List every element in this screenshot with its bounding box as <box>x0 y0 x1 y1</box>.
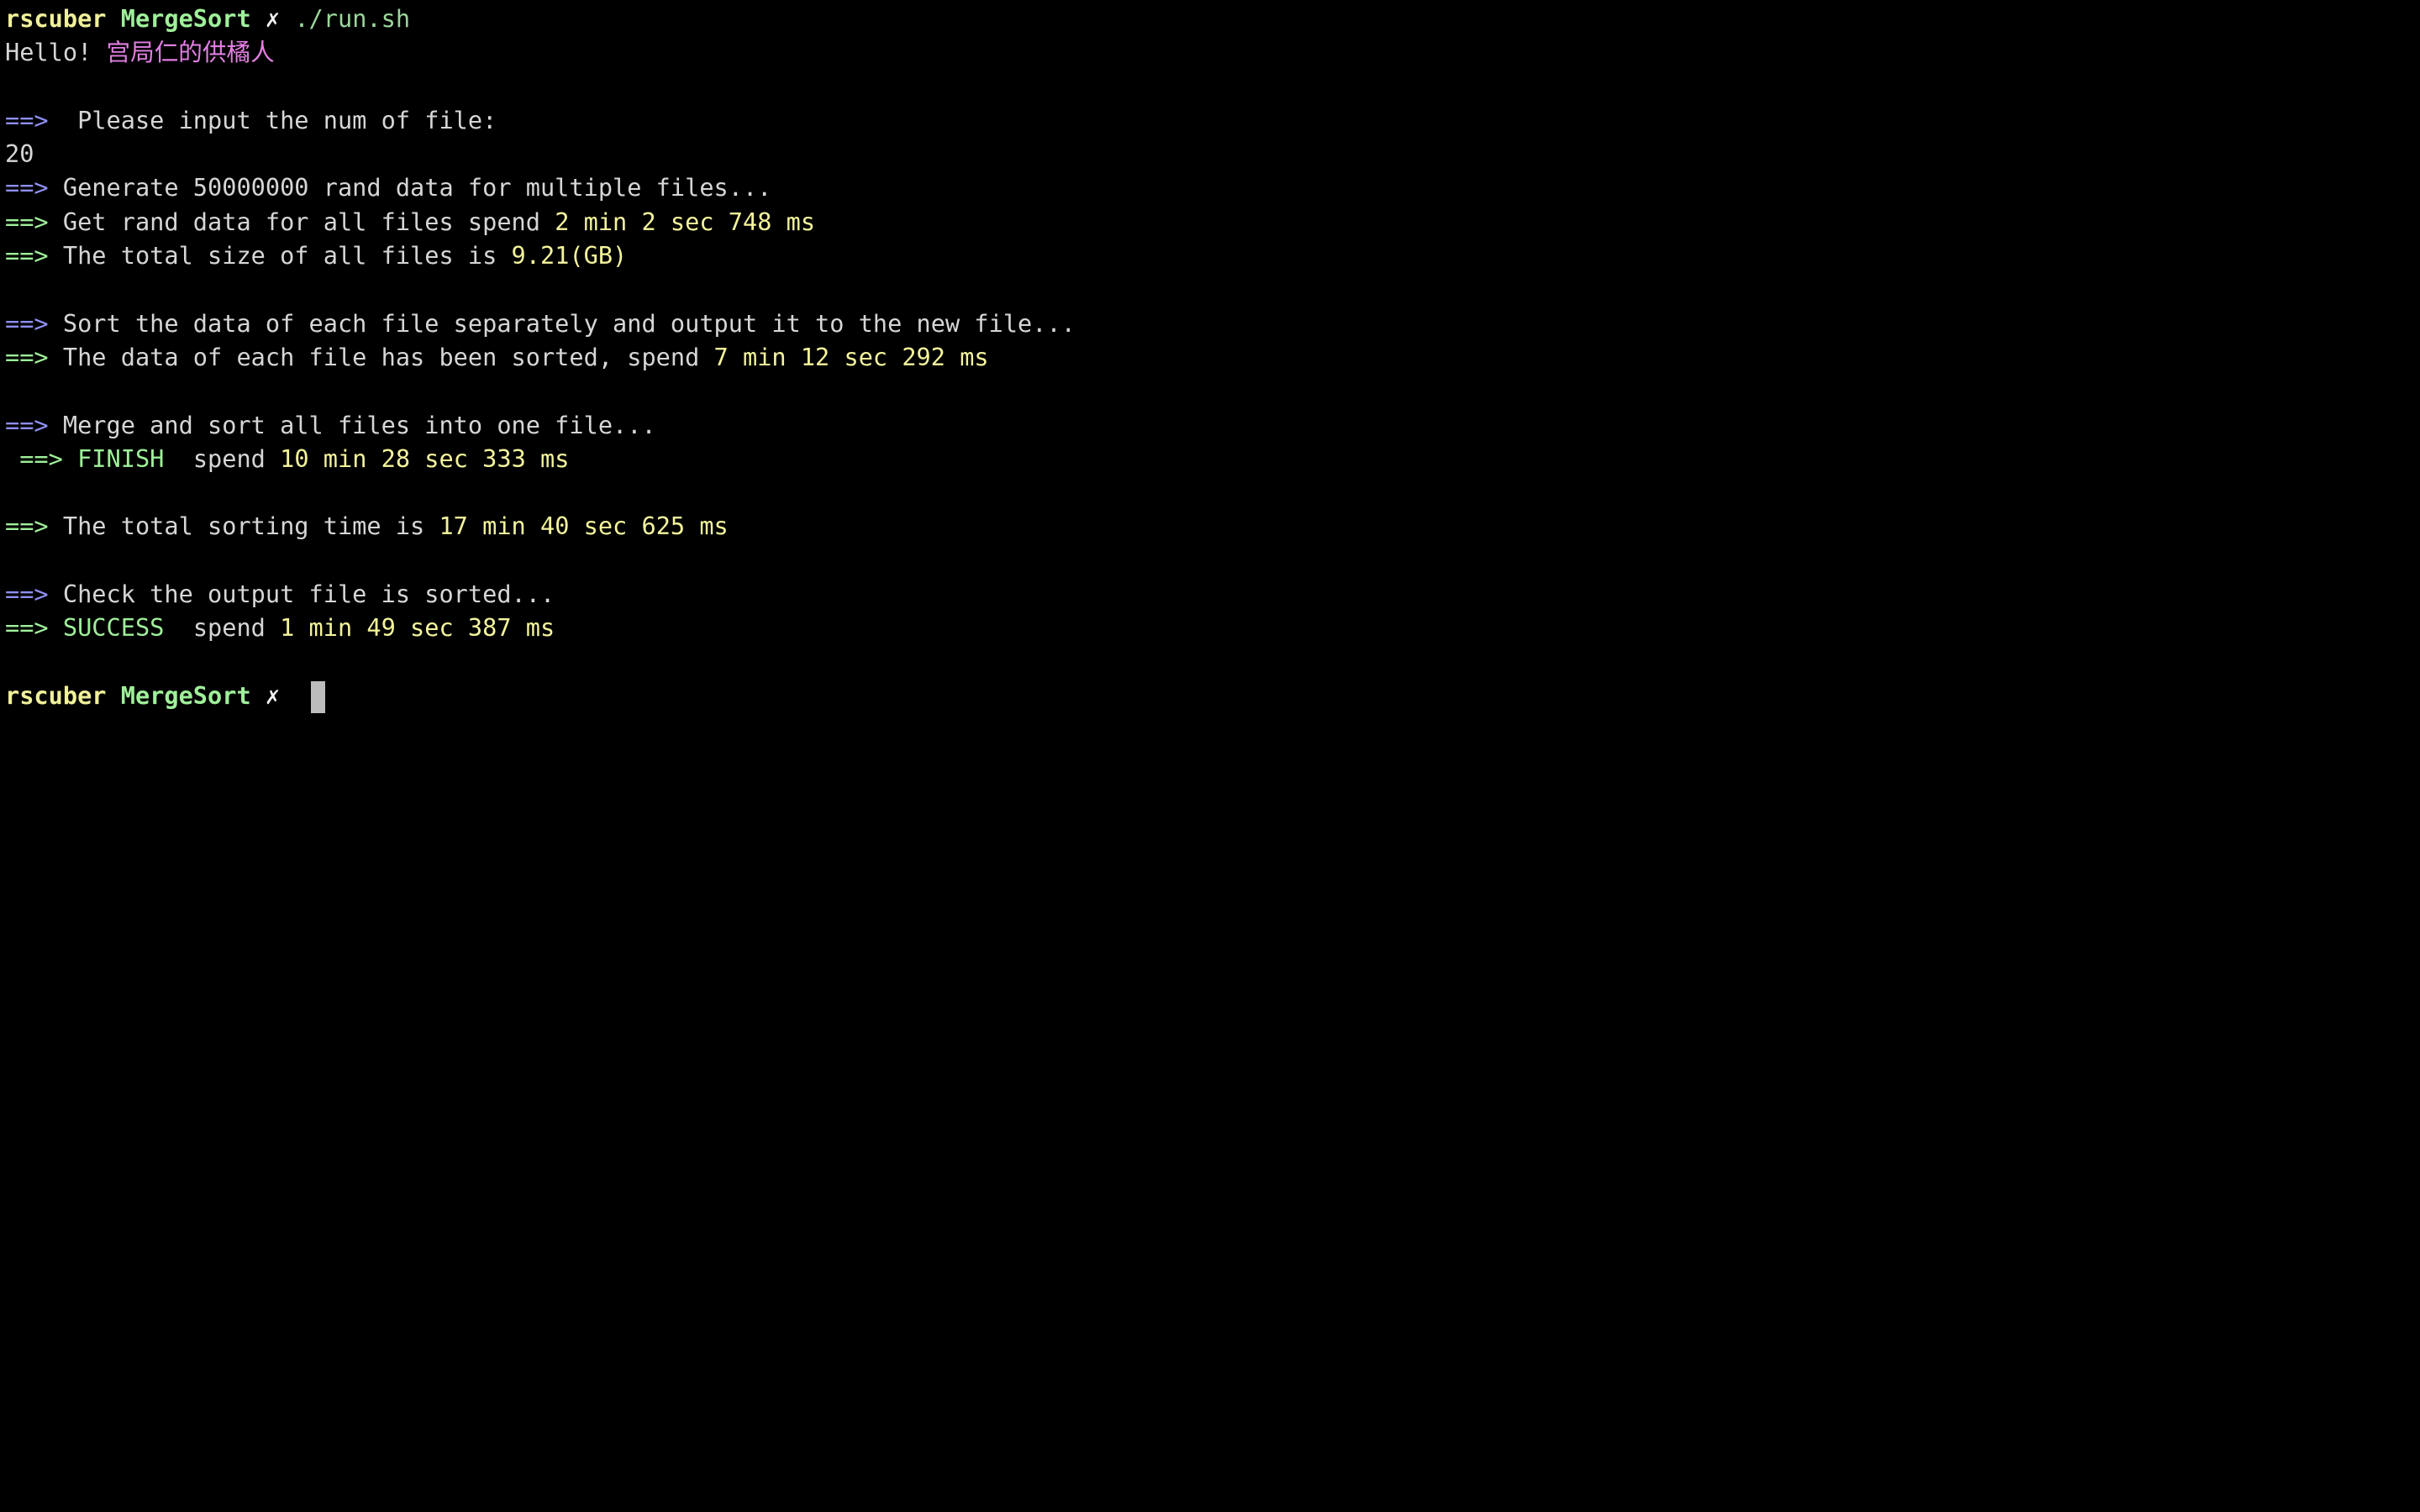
arrow-marker: ==> <box>5 308 49 338</box>
generate-text: Generate 50000000 rand data for multiple… <box>48 173 772 202</box>
terminal-output: rscuber MergeSort ✗ ./run.sh Hello! 宫局仁的… <box>5 2 1076 713</box>
hello-name: 宫局仁的供橘人 <box>106 38 275 67</box>
total-size-value: 9.21(GB) <box>511 241 628 270</box>
output-line: ==> SUCCESS spend 1 min 49 sec 387 ms <box>5 611 1076 644</box>
git-dirty-mark: ✗ <box>265 4 281 33</box>
output-line: ==> The data of each file has been sorte… <box>5 340 1076 374</box>
command-text: ./run.sh <box>294 4 411 33</box>
finish-label: FINISH <box>62 444 165 473</box>
terminal-window[interactable]: rscuber MergeSort ✗ ./run.sh Hello! 宫局仁的… <box>0 0 1318 823</box>
arrow-marker: ==> <box>5 105 49 134</box>
success-spend: spend <box>164 613 281 643</box>
arrow-marker: ==> <box>5 410 49 439</box>
arrow-marker: ==> <box>5 512 49 541</box>
get-rand-time: 2 min 2 sec 748 ms <box>555 207 816 236</box>
total-sort-time: 17 min 40 sec 625 ms <box>439 512 729 541</box>
get-rand-text: Get rand data for all files spend <box>48 207 555 236</box>
arrow-marker: ==> <box>5 241 49 270</box>
output-line: ==> Generate 50000000 rand data for mult… <box>5 171 1076 204</box>
output-line: ==> Sort the data of each file separatel… <box>5 307 1076 340</box>
prompt-line[interactable]: rscuber MergeSort ✗ <box>5 679 1076 713</box>
check-text: Check the output file is sorted... <box>48 580 555 609</box>
output-line: ==> Please input the num of file: <box>5 103 1076 137</box>
success-time: 1 min 49 sec 387 ms <box>280 613 555 643</box>
arrow-marker: ==> <box>5 207 49 236</box>
arrow-marker: ==> <box>5 580 49 609</box>
finish-indent <box>5 444 19 473</box>
finish-spend: spend <box>164 444 281 473</box>
arrow-marker: ==> <box>5 613 49 643</box>
prompt-user: rscuber <box>5 680 107 710</box>
total-sort-text: The total sorting time is <box>48 512 439 541</box>
output-line: ==> The total sorting time is 17 min 40 … <box>5 509 1076 543</box>
text-cursor[interactable] <box>310 680 325 713</box>
input-value-line: 20 <box>5 137 1076 171</box>
output-line: ==> Get rand data for all files spend 2 … <box>5 205 1076 239</box>
output-line: ==> Check the output file is sorted... <box>5 577 1076 611</box>
input-prompt-text: Please input the num of file: <box>48 105 497 134</box>
sort-each-text: Sort the data of each file separately an… <box>48 308 1076 338</box>
prompt-directory: MergeSort <box>120 4 251 33</box>
cursor-gap <box>280 681 308 710</box>
total-size-text: The total size of all files is <box>48 241 512 270</box>
prompt-line: rscuber MergeSort ✗ ./run.sh <box>5 2 1076 35</box>
arrow-marker: ==> <box>19 444 63 473</box>
hello-line: Hello! 宫局仁的供橘人 <box>5 35 1076 69</box>
output-line: ==> FINISH spend 10 min 28 sec 333 ms <box>5 442 1076 475</box>
output-line: ==> The total size of all files is 9.21(… <box>5 239 1076 272</box>
sorted-time: 7 min 12 sec 292 ms <box>713 342 989 371</box>
merge-text: Merge and sort all files into one file..… <box>48 410 656 439</box>
git-dirty-mark: ✗ <box>265 680 281 710</box>
success-label: SUCCESS <box>48 613 165 643</box>
sorted-text: The data of each file has been sorted, s… <box>48 342 714 371</box>
arrow-marker: ==> <box>5 342 49 371</box>
arrow-marker: ==> <box>5 173 49 202</box>
prompt-user: rscuber <box>5 4 107 33</box>
finish-time: 10 min 28 sec 333 ms <box>280 444 570 473</box>
input-value: 20 <box>5 139 34 169</box>
hello-text: Hello! <box>5 38 107 67</box>
output-line: ==> Merge and sort all files into one fi… <box>5 408 1076 442</box>
prompt-directory: MergeSort <box>120 680 251 710</box>
